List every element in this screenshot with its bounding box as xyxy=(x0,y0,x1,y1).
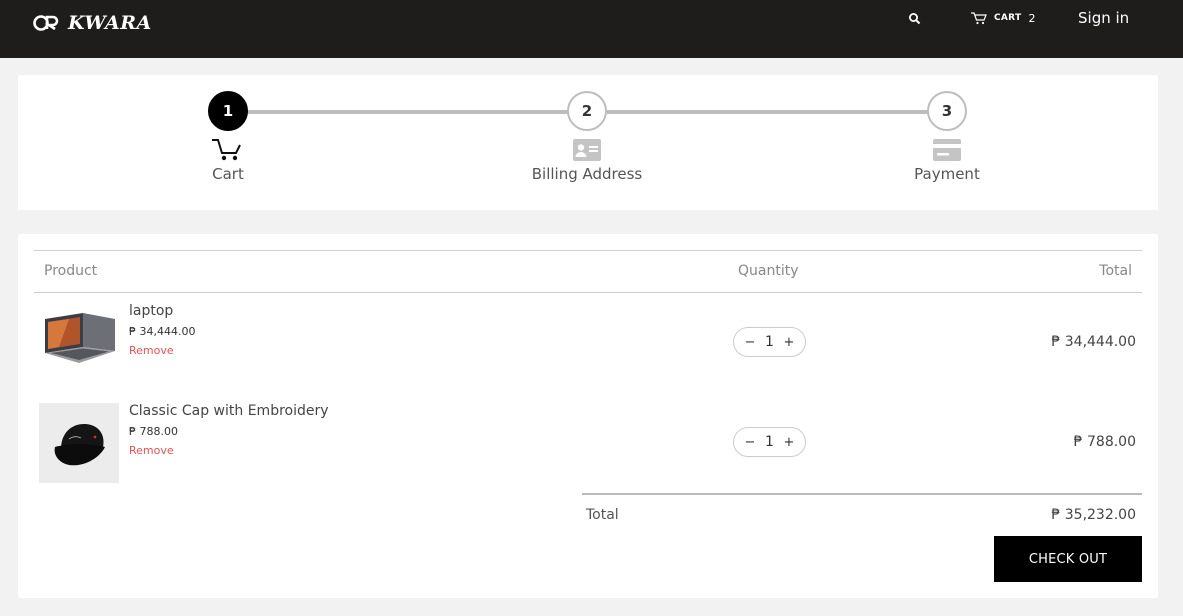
product-name[interactable]: Classic Cap with Embroidery xyxy=(129,403,329,419)
cap-image[interactable] xyxy=(39,403,119,483)
product-price: ₱ 34,444.00 xyxy=(129,325,196,338)
decrement-button[interactable]: − xyxy=(744,436,756,449)
quantity-value[interactable]: 1 xyxy=(765,334,774,350)
total-value: ₱ 35,232.00 xyxy=(1051,507,1136,523)
increment-button[interactable]: + xyxy=(783,436,795,449)
step-payment[interactable]: 3 Payment xyxy=(867,91,1027,183)
total-label: Total xyxy=(586,507,619,523)
column-header-total: Total xyxy=(1099,263,1132,279)
quantity-value[interactable]: 1 xyxy=(765,434,774,450)
cart-count-badge: 2 xyxy=(1028,11,1036,25)
laptop-image[interactable] xyxy=(39,303,119,383)
laptop-image xyxy=(39,303,119,383)
step-cart[interactable]: 1 Cart xyxy=(148,91,308,183)
sign-in-link[interactable]: Sign in xyxy=(1078,9,1129,27)
shopping-cart-icon xyxy=(212,139,241,161)
table-header: Product Quantity Total xyxy=(34,250,1142,293)
line-total: ₱ 34,444.00 xyxy=(1051,334,1136,350)
logo-mark-icon xyxy=(33,15,59,31)
decrement-button[interactable]: − xyxy=(744,336,756,349)
column-header-product: Product xyxy=(44,263,98,279)
product-name[interactable]: laptop xyxy=(129,303,195,319)
line-total: ₱ 788.00 xyxy=(1073,434,1136,450)
increment-button[interactable]: + xyxy=(783,336,795,349)
quantity-stepper: − 1 + xyxy=(733,327,806,357)
remove-link[interactable]: Remove xyxy=(129,444,174,457)
search-icon xyxy=(909,13,921,25)
table-row: laptop ₱ 34,444.00 Remove − 1 + ₱ 34,444… xyxy=(34,303,1142,387)
shopping-cart-icon xyxy=(971,12,987,25)
step-number-circle: 2 xyxy=(567,91,607,131)
search-button[interactable] xyxy=(908,11,922,25)
remove-link[interactable]: Remove xyxy=(129,344,174,357)
step-label: Billing Address xyxy=(531,165,643,183)
order-total-row: Total ₱ 35,232.00 xyxy=(582,493,1142,527)
checkout-steps: 1 Cart 2 Billing Address 3 Payment xyxy=(18,75,1158,210)
step-number-circle: 1 xyxy=(208,91,248,131)
header-cart-link[interactable]: CART 2 xyxy=(970,9,1035,27)
id-card-icon xyxy=(573,139,601,161)
cap-image xyxy=(39,403,119,483)
step-billing-address[interactable]: 2 Billing Address xyxy=(507,91,667,183)
logo-text: KWARA xyxy=(68,12,152,34)
table-row: Classic Cap with Embroidery ₱ 788.00 Rem… xyxy=(34,403,1142,487)
top-navbar: KWARA CART 2 Sign in xyxy=(0,0,1183,58)
column-header-quantity: Quantity xyxy=(738,263,799,279)
step-number-circle: 3 xyxy=(927,91,967,131)
step-label: Payment xyxy=(914,165,980,183)
checkout-button[interactable]: CHECK OUT xyxy=(994,536,1142,582)
cart-table: Product Quantity Total laptop ₱ 34,444.0… xyxy=(18,234,1158,598)
product-price: ₱ 788.00 xyxy=(129,425,178,438)
step-label: Cart xyxy=(212,165,244,183)
credit-card-icon xyxy=(933,139,961,161)
cart-label: CART xyxy=(994,13,1022,23)
brand-logo[interactable]: KWARA xyxy=(32,10,152,36)
quantity-stepper: − 1 + xyxy=(733,427,806,457)
